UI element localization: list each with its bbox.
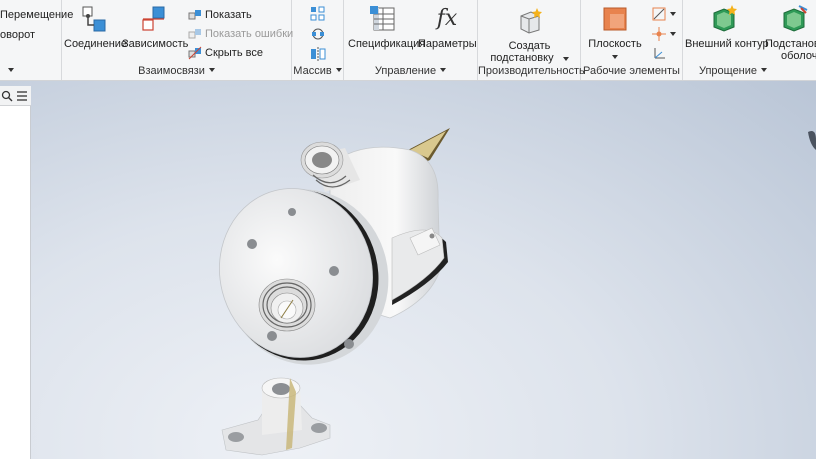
pattern-rect-icon[interactable] — [310, 6, 326, 22]
dependency-icon — [142, 6, 165, 31]
connection-icon — [82, 6, 106, 32]
rotate-button[interactable]: оворот — [0, 26, 35, 44]
chevron-down-icon — [208, 68, 215, 73]
graphics-viewport[interactable] — [0, 81, 816, 459]
connection-label: Соединение — [64, 38, 128, 50]
dependency-label: Зависимость — [122, 38, 189, 50]
panel-productivity: Создать подстановку Производительность — [478, 0, 585, 80]
hide-all-icon — [188, 46, 202, 60]
relations-title-label: Взаимосвязи — [138, 65, 205, 77]
substitute-label-1: Подстанов — [765, 38, 816, 50]
assembly-model[interactable] — [0, 81, 816, 459]
partial-object-edge — [808, 131, 816, 150]
rotate-label: оворот — [0, 29, 35, 41]
panel-modify-title[interactable] — [4, 65, 61, 79]
point-icon[interactable] — [651, 26, 667, 42]
hide-all-label: Скрыть все — [205, 47, 263, 59]
bracket-part — [221, 377, 331, 456]
panel-relations-title[interactable]: Взаимосвязи — [62, 65, 291, 79]
panel-work-features-title: Рабочие элементы — [581, 65, 682, 79]
create-substitute-label-2: подстановку — [490, 52, 554, 64]
chevron-down-icon — [761, 68, 768, 73]
show-errors-icon — [188, 29, 201, 39]
pattern-title-label: Массив — [293, 65, 332, 77]
panel-pattern: Массив — [292, 0, 344, 80]
panel-pattern-title[interactable]: Массив — [292, 65, 343, 79]
plane-icon — [603, 7, 627, 31]
shrinkwrap-label: Внешний контур — [685, 38, 769, 50]
shrinkwrap-icon — [713, 5, 737, 32]
pattern-circ-icon[interactable] — [310, 26, 326, 42]
panel-modify-partial: Перемещение оворот — [0, 0, 73, 80]
manage-title-label: Управление — [374, 65, 437, 77]
panel-manage: Спецификация fx Параметры Управление — [344, 0, 478, 80]
hide-all-button[interactable]: Скрыть все — [188, 44, 263, 62]
show-label: Показать — [205, 9, 252, 21]
parameters-label: Параметры — [418, 38, 477, 50]
specification-label: Спецификация — [348, 38, 426, 50]
search-icon[interactable] — [1, 90, 13, 102]
chevron-down-icon — [335, 68, 342, 73]
shrinkwrap-button[interactable]: Внешний контур — [685, 4, 769, 50]
plane-button[interactable]: Плоскость — [583, 4, 647, 62]
pattern-mirror-icon[interactable] — [310, 46, 326, 62]
create-substitute-label-1: Создать — [508, 40, 551, 52]
browser-toolbar — [0, 86, 31, 106]
substitute-icon — [783, 5, 808, 32]
dependency-button[interactable]: Зависимость — [122, 4, 188, 50]
panel-productivity-title: Производительность — [478, 65, 585, 79]
show-errors-label: Показать ошибки — [205, 28, 294, 40]
axis-icon[interactable] — [651, 6, 667, 22]
panel-manage-title[interactable]: Управление — [344, 65, 477, 79]
panel-work-features: Плоскость Рабочие элементы — [581, 0, 683, 80]
work-features-title-label: Рабочие элементы — [583, 65, 680, 77]
panel-relations: Соединение Зависимость Показать Показать… — [62, 0, 293, 80]
connection-button[interactable]: Соединение — [64, 4, 128, 50]
ribbon: Перемещение оворот Соединение Зависимост… — [0, 0, 816, 81]
chevron-down-icon — [562, 57, 569, 61]
parameters-button[interactable]: fx Параметры — [418, 4, 477, 50]
specification-icon — [370, 6, 395, 31]
model-browser[interactable] — [0, 86, 31, 459]
simplification-title-label: Упрощение — [698, 65, 758, 77]
productivity-title-label: Производительность — [478, 65, 585, 77]
panel-simplification-title[interactable]: Упрощение — [683, 65, 783, 79]
show-button[interactable]: Показать — [188, 6, 252, 24]
create-substitute-icon — [520, 8, 542, 34]
ucs-icon[interactable] — [651, 46, 667, 62]
create-substitute-button[interactable]: Создать подстановку — [478, 6, 581, 64]
substitute-button[interactable]: Подстанов оболочки — [765, 4, 816, 62]
chevron-down-icon — [8, 68, 14, 73]
plane-label: Плоскость — [588, 38, 642, 50]
substitute-label-2: оболочки — [781, 50, 816, 62]
show-icon — [188, 10, 201, 20]
show-errors-button[interactable]: Показать ошибки — [188, 25, 293, 43]
chevron-down-icon — [612, 55, 618, 59]
specification-button[interactable]: Спецификация — [348, 4, 425, 50]
menu-icon[interactable] — [16, 90, 28, 102]
fx-icon: fx — [436, 6, 458, 31]
chevron-down-icon — [440, 68, 447, 73]
chevron-down-icon — [670, 12, 676, 16]
chevron-down-icon — [670, 32, 676, 36]
panel-simplification: Внешний контур Подстанов оболочки Упроще… — [683, 0, 816, 80]
